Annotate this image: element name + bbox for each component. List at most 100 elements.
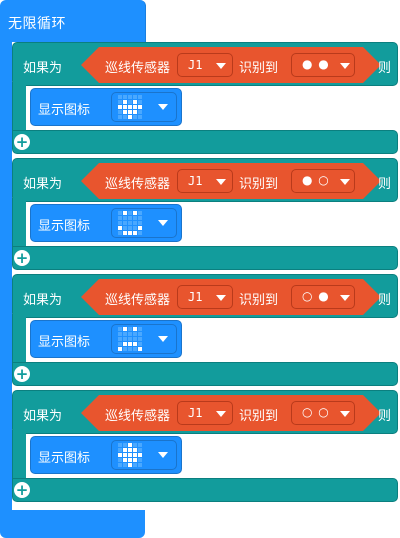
chevron-down-icon: [216, 179, 226, 185]
icon-dropdown[interactable]: [111, 324, 177, 354]
led-pixel: [133, 110, 137, 114]
led-pixel: [123, 347, 127, 351]
icon-dropdown[interactable]: [111, 92, 177, 122]
add-else-button[interactable]: +: [14, 482, 30, 498]
if-label: 如果为: [23, 293, 63, 308]
sensor-state-dropdown[interactable]: ○ ●: [291, 285, 355, 309]
led-pixel: [128, 453, 132, 457]
led-pixel: [133, 221, 137, 225]
if-label: 如果为: [23, 61, 63, 76]
led-pixel: [138, 458, 142, 462]
led-pixel: [138, 100, 142, 104]
show-icon-label: 显示图标: [38, 451, 91, 466]
led-pixel: [128, 226, 132, 230]
led-icon: [118, 443, 143, 468]
if-header[interactable]: 如果为 巡线传感器 J1 识别到 ○ ● 则: [12, 274, 398, 318]
if-header[interactable]: 如果为 巡线传感器 J1 识别到 ○ ○ 则: [12, 390, 398, 434]
led-pixel: [118, 221, 122, 225]
led-pixel: [133, 458, 137, 462]
show-icon-block[interactable]: 显示图标: [30, 320, 182, 358]
show-icon-label: 显示图标: [38, 103, 91, 118]
forever-header[interactable]: 无限循环: [0, 0, 146, 42]
led-pixel: [118, 231, 122, 235]
detect-label: 识别到: [239, 409, 279, 424]
then-label: 则: [378, 409, 392, 424]
if-block-1[interactable]: 如果为 巡线传感器 J1 识别到 ● ● 则 显示图标 +: [12, 42, 400, 158]
led-pixel: [128, 110, 132, 114]
led-pixel: [128, 231, 132, 235]
line-sensor-block[interactable]: 巡线传感器 J1 识别到 ● ●: [81, 47, 381, 83]
show-icon-label: 显示图标: [38, 335, 91, 350]
if-arm: [12, 314, 26, 364]
led-pixel: [128, 105, 132, 109]
port-dropdown[interactable]: J1: [177, 401, 233, 425]
detect-label: 识别到: [239, 293, 279, 308]
led-pixel: [128, 337, 132, 341]
add-else-button[interactable]: +: [14, 134, 30, 150]
if-header[interactable]: 如果为 巡线传感器 J1 识别到 ● ● 则: [12, 42, 398, 86]
led-pixel: [128, 332, 132, 336]
led-pixel: [133, 463, 137, 467]
sensor-state-dropdown[interactable]: ○ ○: [291, 401, 355, 425]
chevron-down-icon: [158, 104, 168, 110]
sensor-state-dropdown[interactable]: ● ○: [291, 169, 355, 193]
show-icon-block[interactable]: 显示图标: [30, 204, 182, 242]
line-sensor-block[interactable]: 巡线传感器 J1 识别到 ○ ○: [81, 395, 381, 431]
led-pixel: [133, 443, 137, 447]
led-pixel: [138, 448, 142, 452]
sensor-state-value: ● ○: [302, 173, 330, 187]
led-pixel: [133, 231, 137, 235]
if-footer: [12, 130, 398, 154]
led-pixel: [123, 231, 127, 235]
line-sensor-block[interactable]: 巡线传感器 J1 识别到 ○ ●: [81, 279, 381, 315]
led-pixel: [133, 332, 137, 336]
led-pixel: [133, 216, 137, 220]
if-footer: [12, 246, 398, 270]
led-pixel: [138, 443, 142, 447]
led-pixel: [138, 463, 142, 467]
led-pixel: [123, 332, 127, 336]
add-else-button[interactable]: +: [14, 250, 30, 266]
port-dropdown[interactable]: J1: [177, 285, 233, 309]
forever-label: 无限循环: [8, 16, 66, 32]
port-dropdown[interactable]: J1: [177, 169, 233, 193]
sensor-label: 巡线传感器: [105, 177, 171, 192]
led-pixel: [123, 453, 127, 457]
detect-label: 识别到: [239, 61, 279, 76]
led-pixel: [128, 458, 132, 462]
sensor-state-value: ● ●: [302, 57, 330, 71]
chevron-down-icon: [340, 63, 350, 69]
show-icon-block[interactable]: 显示图标: [30, 88, 182, 126]
led-pixel: [133, 100, 137, 104]
led-pixel: [138, 453, 142, 457]
then-label: 则: [378, 177, 392, 192]
icon-dropdown[interactable]: [111, 208, 177, 238]
led-pixel: [128, 115, 132, 119]
led-pixel: [138, 95, 142, 99]
line-sensor-block[interactable]: 巡线传感器 J1 识别到 ● ○: [81, 163, 381, 199]
led-pixel: [133, 105, 137, 109]
add-else-button[interactable]: +: [14, 366, 30, 382]
led-pixel: [123, 226, 127, 230]
led-pixel: [138, 337, 142, 341]
led-pixel: [138, 105, 142, 109]
led-pixel: [118, 226, 122, 230]
port-value: J1: [188, 174, 203, 188]
led-pixel: [133, 226, 137, 230]
port-dropdown[interactable]: J1: [177, 53, 233, 77]
led-pixel: [118, 453, 122, 457]
led-pixel: [133, 115, 137, 119]
led-pixel: [128, 95, 132, 99]
if-block-4[interactable]: 如果为 巡线传感器 J1 识别到 ○ ○ 则 显示图标 +: [12, 390, 400, 506]
led-pixel: [123, 110, 127, 114]
led-pixel: [138, 327, 142, 331]
if-block-2[interactable]: 如果为 巡线传感器 J1 识别到 ● ○ 则 显示图标 +: [12, 158, 400, 274]
if-header[interactable]: 如果为 巡线传感器 J1 识别到 ● ○ 则: [12, 158, 398, 202]
led-pixel: [138, 216, 142, 220]
led-pixel: [128, 211, 132, 215]
show-icon-block[interactable]: 显示图标: [30, 436, 182, 474]
icon-dropdown[interactable]: [111, 440, 177, 470]
if-block-3[interactable]: 如果为 巡线传感器 J1 识别到 ○ ● 则 显示图标 +: [12, 274, 400, 390]
sensor-state-dropdown[interactable]: ● ●: [291, 53, 355, 77]
led-pixel: [128, 448, 132, 452]
